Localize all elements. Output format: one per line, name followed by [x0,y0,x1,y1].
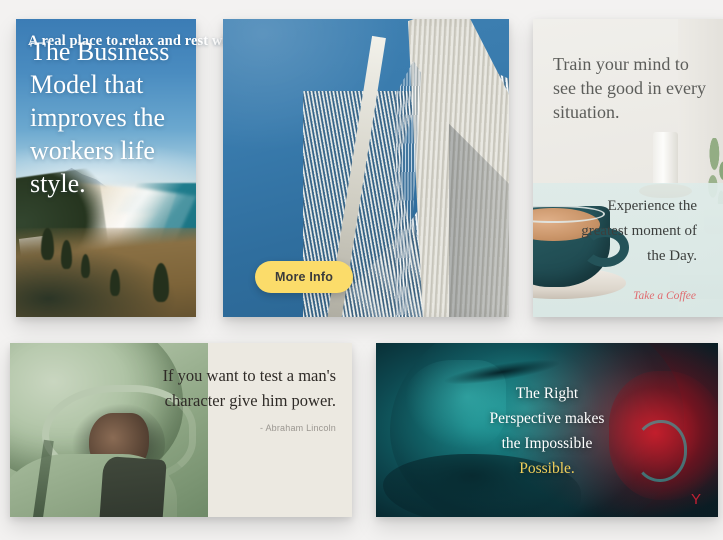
perspective-line-3: the Impossible [501,435,593,452]
business-quote-text: The Business Model that improves the wor… [30,37,170,198]
perspective-quote-text: The Right Perspective makes the Impossib… [376,381,718,481]
lincoln-quote-card[interactable]: If you want to test a man's character gi… [10,343,352,517]
take-a-coffee-link[interactable]: Take a Coffee [633,290,696,302]
tree-shape [61,239,72,270]
dark-garment-shape [98,455,168,517]
tree-shape [80,254,90,279]
brand-logo-icon: Υ [690,491,701,508]
lincoln-attribution: - Abraham Lincoln [260,423,336,433]
mind-quote-text: Train your mind to see the good in every… [553,54,706,122]
candle-shape [652,132,679,186]
perspective-line-2: Perspective makes [489,410,605,427]
lincoln-text-block: If you want to test a man's character gi… [158,363,336,433]
perspective-quote-card[interactable]: The Right Perspective makes the Impossib… [376,343,718,517]
perspective-highlight-word: Possible. [519,460,575,477]
perspective-line-1: The Right [515,385,579,402]
lincoln-quote-text: If you want to test a man's character gi… [162,366,336,410]
more-info-button[interactable]: More Info [255,261,354,293]
experience-quote-text: Experience the greatest moment of the Da… [581,198,697,264]
cards-board: A real place to relax and rest with the … [0,0,723,540]
